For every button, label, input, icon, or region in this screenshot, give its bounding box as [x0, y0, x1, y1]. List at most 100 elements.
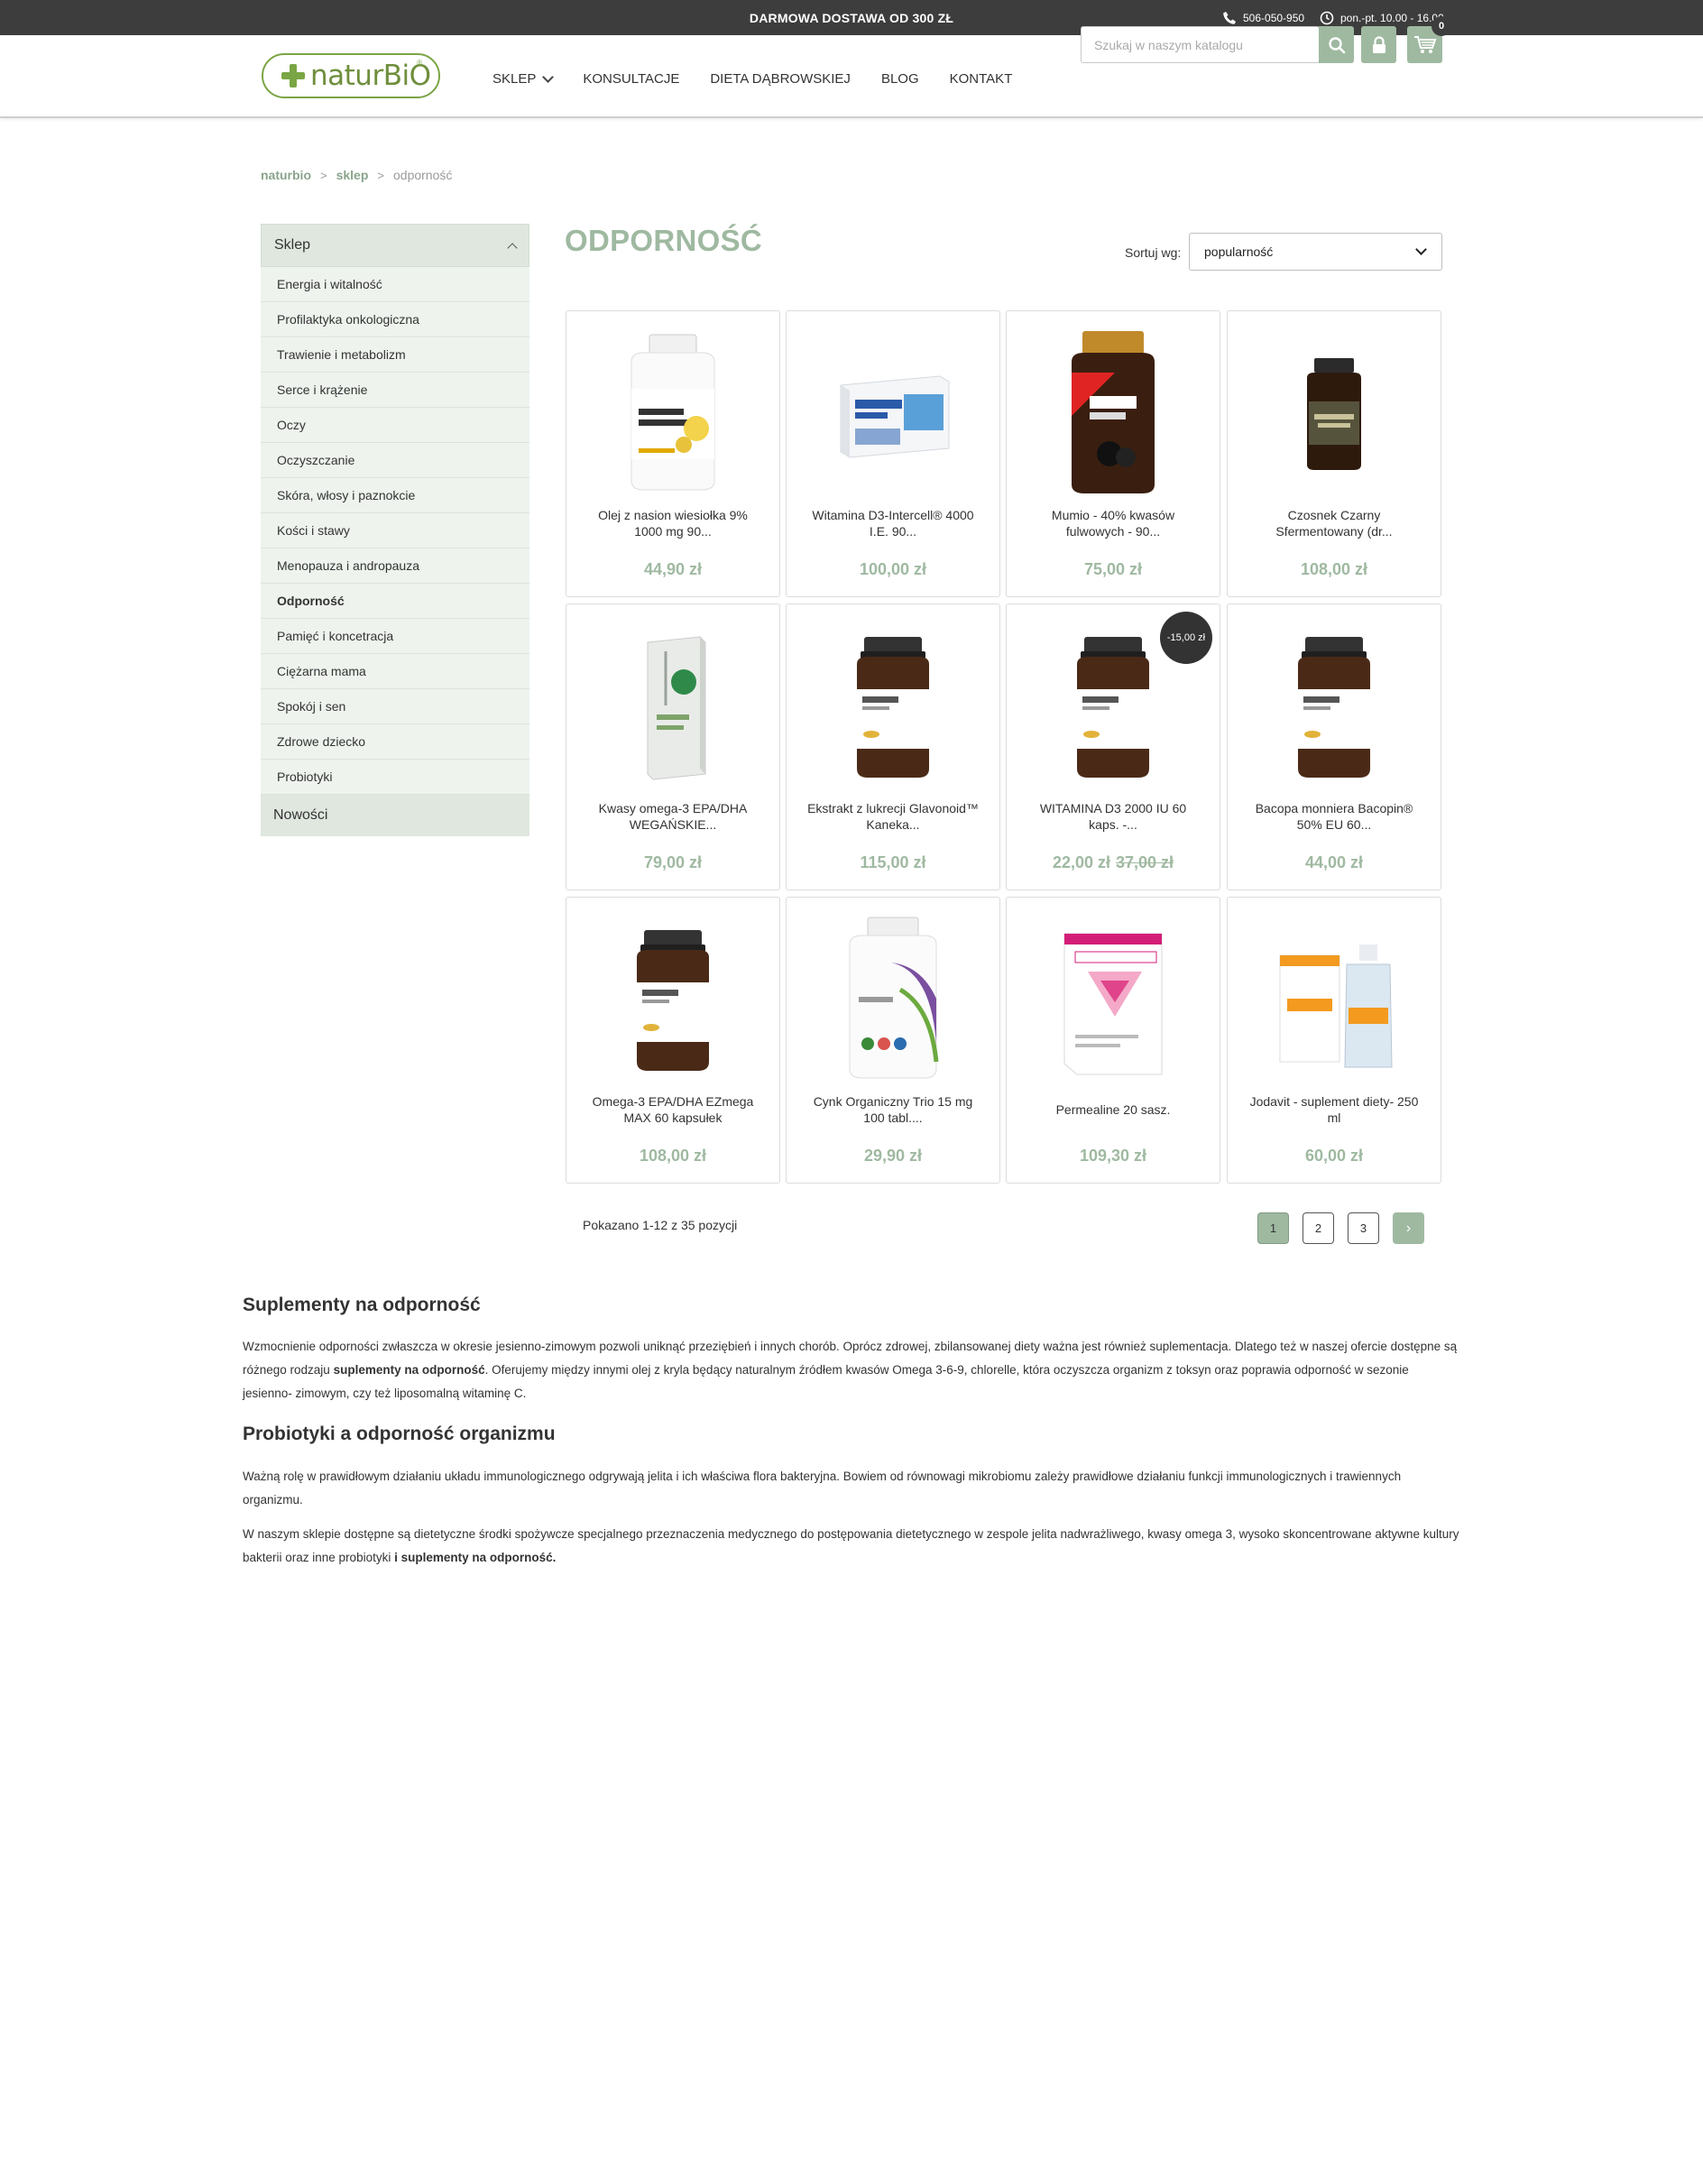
site-header: naturBiO ® SKLEP KONSULTACJE DIETA DĄBRO…: [0, 35, 1703, 118]
current-price: 44,90 zł: [643, 560, 703, 578]
product-price: 75,00 zł: [1007, 560, 1220, 579]
sidebar-item[interactable]: Skóra, włosy i paznokcie: [261, 478, 529, 513]
sidebar-item[interactable]: Pamięć i koncetracja: [261, 619, 529, 654]
current-price: 44,00 zł: [1304, 853, 1364, 871]
product-card[interactable]: Olej z nasion wiesiołka 9% 1000 mg 90...…: [566, 310, 780, 597]
sidebar-item[interactable]: Kości i stawy: [261, 513, 529, 548]
nav-label: SKLEP: [492, 71, 537, 87]
product-name[interactable]: WITAMINA D3 2000 IU 60 kaps. -...: [1025, 798, 1201, 834]
product-card[interactable]: Permealine 20 sasz. 109,30 zł: [1006, 897, 1220, 1184]
clock-icon: [1320, 11, 1334, 25]
description-heading-2-wrap: Probiotyki a odporność organizmu: [243, 1424, 1460, 1445]
product-name[interactable]: Bacopa monniera Bacopin® 50% EU 60...: [1246, 798, 1422, 834]
product-price: 29,90 zł: [787, 1147, 999, 1166]
product-image[interactable]: [1025, 908, 1201, 1085]
product-card[interactable]: Omega-3 EPA/DHA EZmega MAX 60 kapsułek 1…: [566, 897, 780, 1184]
product-card[interactable]: Cynk Organiczny Trio 15 mg 100 tabl.... …: [786, 897, 1000, 1184]
product-name[interactable]: Cynk Organiczny Trio 15 mg 100 tabl....: [805, 1092, 981, 1128]
product-card[interactable]: WITAMINA D3 2000 IU 60 kaps. -... 22,00 …: [1006, 604, 1220, 890]
product-image[interactable]: [585, 908, 761, 1085]
page-2-button[interactable]: 2: [1303, 1212, 1334, 1244]
page-3-button[interactable]: 3: [1348, 1212, 1379, 1244]
nav-item-sklep[interactable]: SKLEP: [492, 70, 555, 87]
search-button[interactable]: [1319, 26, 1354, 63]
sort-select[interactable]: popularność: [1189, 233, 1442, 271]
breadcrumb-home[interactable]: naturbio: [261, 168, 311, 182]
sidebar-item[interactable]: Oczyszczanie: [261, 443, 529, 478]
product-name[interactable]: Jodavit - suplement diety- 250 ml: [1246, 1092, 1422, 1128]
product-name-text: Omega-3 EPA/DHA EZmega MAX 60 kapsułek: [592, 1094, 754, 1125]
sort-value: popularność: [1204, 244, 1274, 259]
product-card[interactable]: Jodavit - suplement diety- 250 ml 60,00 …: [1227, 897, 1441, 1184]
product-card[interactable]: Kwasy omega-3 EPA/DHA WEGAŃSKIE... 79,00…: [566, 604, 780, 890]
breadcrumb-shop[interactable]: sklep: [336, 168, 369, 182]
search-input[interactable]: [1082, 27, 1280, 62]
nav-item-kontakt[interactable]: KONTAKT: [950, 71, 1013, 87]
phone-icon: [1223, 12, 1236, 24]
cart-icon: [1413, 35, 1436, 53]
product-name[interactable]: Witamina D3-Intercell® 4000 I.E. 90...: [805, 505, 981, 541]
current-price: 60,00 zł: [1304, 1147, 1364, 1165]
product-name[interactable]: Czosnek Czarny Sfermentowany (dr...: [1246, 505, 1422, 541]
nav-item-dieta[interactable]: DIETA DĄBROWSKIEJ: [710, 71, 851, 87]
product-price: 109,30 zł: [1007, 1147, 1220, 1166]
sidebar-item[interactable]: Serce i krążenie: [261, 373, 529, 408]
sidebar-item[interactable]: Profilaktyka onkologiczna: [261, 302, 529, 337]
product-card[interactable]: Czosnek Czarny Sfermentowany (dr... 108,…: [1227, 310, 1441, 597]
product-image[interactable]: [1025, 322, 1201, 499]
product-image[interactable]: [805, 615, 981, 792]
description-paragraph-1: Wzmocnienie odporności zwłaszcza w okres…: [243, 1335, 1460, 1405]
phone-number[interactable]: 506-050-950: [1243, 12, 1304, 24]
breadcrumb: naturbio > sklep > odporność: [261, 168, 452, 182]
sidebar-item[interactable]: Energia i witalność: [261, 267, 529, 302]
sidebar-category-list: Energia i witalność Profilaktyka onkologi…: [261, 267, 529, 795]
sidebar-item[interactable]: Ciężarna mama: [261, 654, 529, 689]
product-image[interactable]: [585, 615, 761, 792]
page-1-button[interactable]: 1: [1257, 1212, 1289, 1244]
product-name[interactable]: Ekstrakt z lukrecji Glavonoid™ Kaneka...: [805, 798, 981, 834]
product-image[interactable]: [1246, 322, 1422, 499]
sidebar-item[interactable]: Oczy: [261, 408, 529, 443]
product-image[interactable]: [1246, 615, 1422, 792]
product-image[interactable]: [1246, 908, 1422, 1085]
product-name-text: Cynk Organiczny Trio 15 mg 100 tabl....: [813, 1094, 973, 1125]
product-price: 108,00 zł: [566, 1147, 779, 1166]
product-name[interactable]: Mumio - 40% kwasów fulwowych - 90...: [1025, 505, 1201, 541]
sort-label: Sortuj wg:: [1125, 245, 1182, 260]
bold-link-text: suplementy na odporność: [333, 1363, 485, 1377]
current-price: 108,00 zł: [1300, 560, 1368, 578]
sidebar-item[interactable]: Zdrowe dziecko: [261, 724, 529, 760]
product-card[interactable]: Witamina D3-Intercell® 4000 I.E. 90... 1…: [786, 310, 1000, 597]
phone-contact[interactable]: 506-050-950: [1222, 11, 1304, 25]
sidebar-item[interactable]: Spokój i sen: [261, 689, 529, 724]
product-image[interactable]: [805, 322, 981, 499]
naturbio-logo[interactable]: naturBiO ®: [262, 53, 440, 98]
sidebar-item-nowosci[interactable]: Nowości: [261, 795, 529, 836]
product-card[interactable]: Ekstrakt z lukrecji Glavonoid™ Kaneka...…: [786, 604, 1000, 890]
product-name-text: Olej z nasion wiesiołka 9% 1000 mg 90...: [598, 508, 748, 539]
product-name-text: Jodavit - suplement diety- 250 ml: [1249, 1094, 1419, 1125]
sidebar-item[interactable]: Probiotyki: [261, 760, 529, 795]
chevron-right-icon: >: [377, 168, 384, 182]
product-name[interactable]: Permealine 20 sasz.: [1025, 1092, 1201, 1128]
next-page-button[interactable]: ›: [1393, 1212, 1424, 1244]
product-name[interactable]: Kwasy omega-3 EPA/DHA WEGAŃSKIE...: [585, 798, 761, 834]
product-name-text: Permealine 20 sasz.: [1055, 1102, 1171, 1117]
account-button[interactable]: [1361, 26, 1396, 63]
product-card[interactable]: Bacopa monniera Bacopin® 50% EU 60... 44…: [1227, 604, 1441, 890]
sidebar-shop-toggle[interactable]: Sklep: [261, 224, 529, 267]
product-price: 100,00 zł: [787, 560, 999, 579]
product-price: 44,90 zł: [566, 560, 779, 579]
product-name[interactable]: Omega-3 EPA/DHA EZmega MAX 60 kapsułek: [585, 1092, 761, 1128]
product-name[interactable]: Olej z nasion wiesiołka 9% 1000 mg 90...: [585, 505, 761, 541]
product-image[interactable]: [585, 322, 761, 499]
sidebar-item[interactable]: Odporność: [261, 584, 529, 619]
nav-item-blog[interactable]: BLOG: [881, 71, 919, 87]
nav-item-konsultacje[interactable]: KONSULTACJE: [583, 71, 679, 87]
sidebar-item[interactable]: Trawienie i metabolizm: [261, 337, 529, 373]
bold-link-text: i suplementy na odporność.: [394, 1551, 557, 1564]
product-image[interactable]: [805, 908, 981, 1085]
logo-text: naturBiO: [310, 60, 431, 92]
sidebar-item[interactable]: Menopauza i andropauza: [261, 548, 529, 584]
product-card[interactable]: Mumio - 40% kwasów fulwowych - 90... 75,…: [1006, 310, 1220, 597]
